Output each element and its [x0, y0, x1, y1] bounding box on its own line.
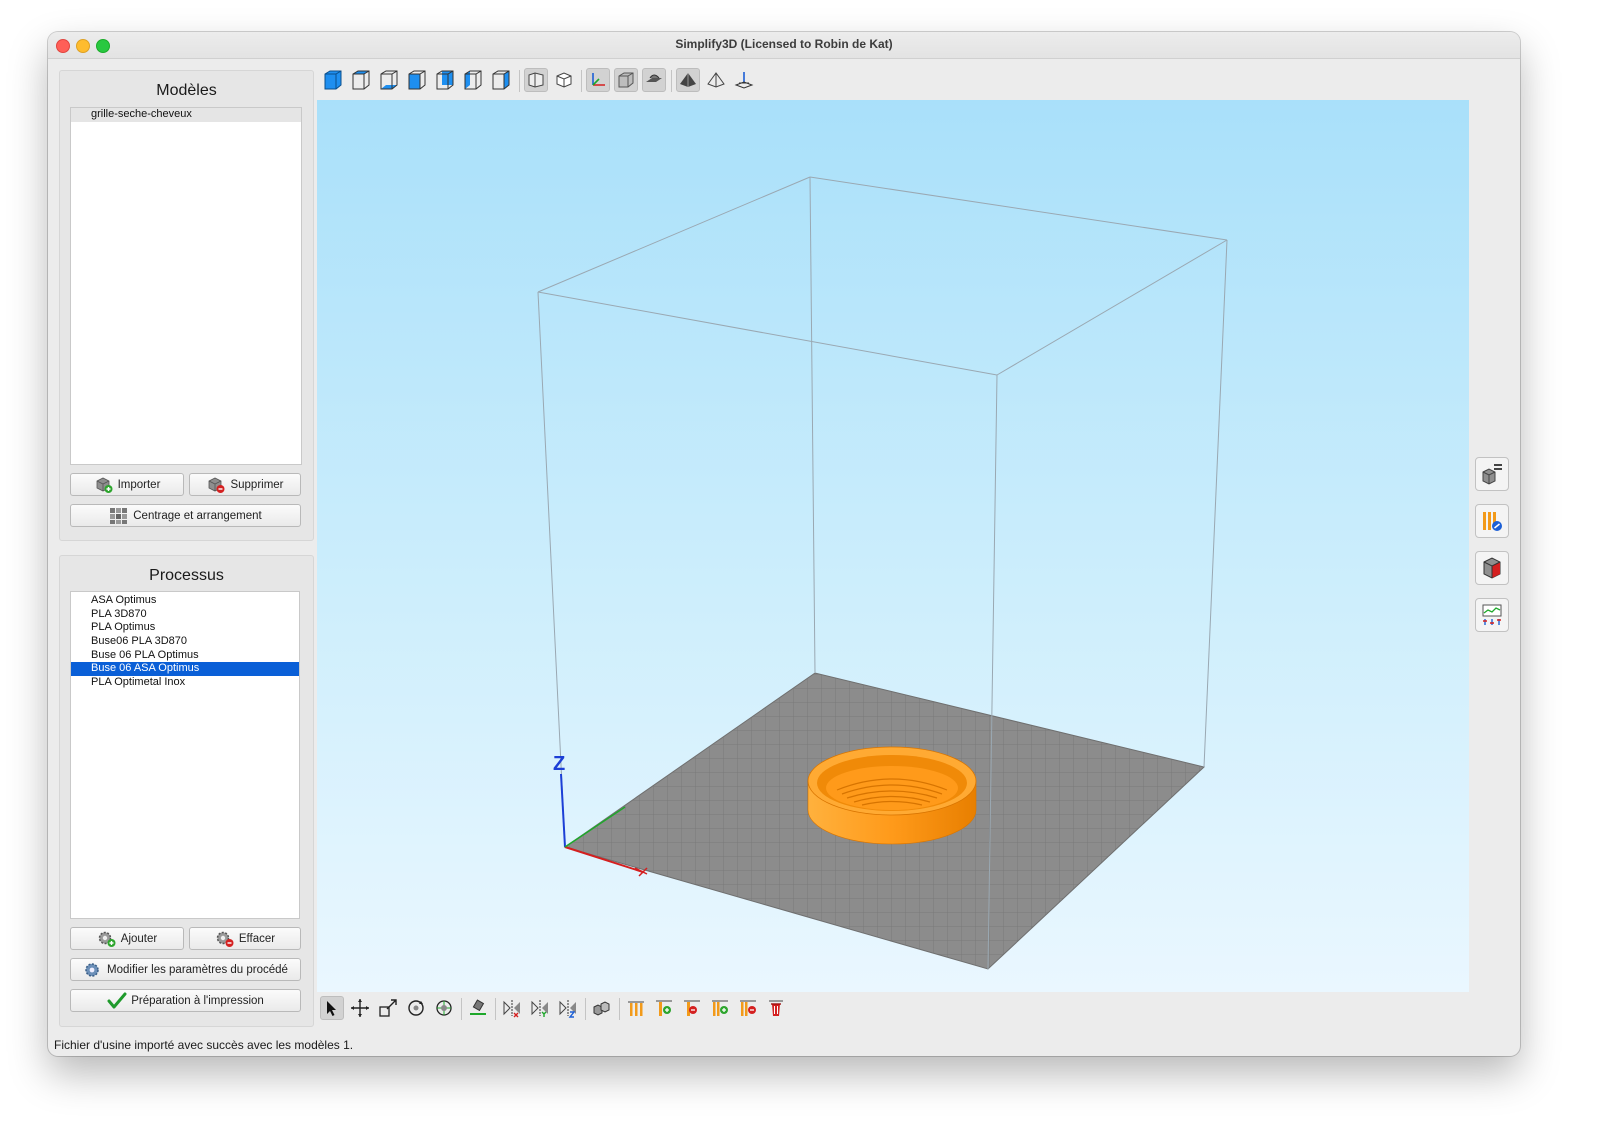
perspective-view-icon[interactable]	[524, 68, 548, 92]
variable-settings-cube-icon[interactable]	[1475, 551, 1509, 585]
import-button[interactable]: Importer	[70, 473, 184, 496]
prepare-print-label: Préparation à l'impression	[131, 994, 264, 1007]
toolbar-separator	[461, 998, 462, 1020]
toolbar-separator	[585, 998, 586, 1020]
show-build-volume-icon[interactable]	[614, 68, 638, 92]
view-back-cube-icon[interactable]	[433, 68, 457, 92]
minimize-window-button[interactable]	[76, 39, 90, 53]
list-item-process[interactable]: PLA 3D870	[71, 608, 299, 622]
mirror-y-icon[interactable]	[528, 996, 552, 1020]
toolbar-separator	[581, 70, 582, 92]
close-window-button[interactable]	[56, 39, 70, 53]
erase-label: Effacer	[238, 932, 276, 945]
view-iso-cube-icon[interactable]	[321, 68, 345, 92]
scene-canvas: Z	[537, 176, 1228, 970]
support-structures-icon[interactable]	[1475, 504, 1509, 538]
solid-shading-icon[interactable]	[676, 68, 700, 92]
gear-settings-icon	[83, 961, 103, 979]
orbit-rotate-icon[interactable]	[432, 996, 456, 1020]
edit-process-settings-button[interactable]: Modifier les paramètres du procédé	[70, 958, 301, 981]
gear-remove-icon	[215, 930, 235, 948]
axis-z-label: Z	[553, 753, 565, 775]
toolbar-separator	[671, 70, 672, 92]
edit-process-label: Modifier les paramètres du procédé	[107, 963, 288, 976]
list-item-process[interactable]: Buse06 PLA 3D870	[71, 635, 299, 649]
process-list[interactable]: ASA Optimus PLA 3D870 PLA Optimus Buse06…	[70, 591, 300, 919]
toolbar-separator	[519, 70, 520, 92]
status-bar-text: Fichier d'usine importé avec succès avec…	[54, 1038, 354, 1052]
view-front-cube-icon[interactable]	[405, 68, 429, 92]
list-item-process[interactable]: PLA Optimetal Inox	[71, 676, 299, 690]
object-list-icon[interactable]	[1475, 457, 1509, 491]
list-item-model[interactable]: grille-seche-cheveux	[71, 108, 301, 122]
models-panel-title: Modèles	[156, 82, 217, 99]
3d-viewport[interactable]: Z	[317, 100, 1469, 992]
scale-tool-icon[interactable]	[376, 996, 400, 1020]
view-top-cube-icon[interactable]	[349, 68, 373, 92]
support-remove-multi-icon[interactable]	[736, 996, 760, 1020]
rotate-tool-icon[interactable]	[404, 996, 428, 1020]
edit-toolbar	[318, 996, 818, 1026]
list-item-process[interactable]: Buse 06 PLA Optimus	[71, 649, 299, 663]
list-item-process[interactable]: ASA Optimus	[71, 594, 299, 608]
arrange-label: Centrage et arrangement	[133, 509, 262, 522]
zoom-window-button[interactable]	[96, 39, 110, 53]
import-label: Importer	[117, 478, 161, 491]
center-arrange-button[interactable]: Centrage et arrangement	[70, 504, 301, 527]
model-grille-seche-cheveux[interactable]	[807, 746, 977, 845]
list-item-process[interactable]: PLA Optimus	[71, 621, 299, 635]
delete-model-icon	[206, 476, 226, 494]
delete-label: Supprimer	[230, 478, 284, 491]
duplicate-models-icon[interactable]	[590, 996, 614, 1020]
arrange-grid-icon	[109, 507, 129, 525]
prepare-print-button[interactable]: Préparation à l'impression	[70, 989, 301, 1012]
show-axes-icon[interactable]	[586, 68, 610, 92]
view-right-cube-icon[interactable]	[489, 68, 513, 92]
view-left-cube-icon[interactable]	[461, 68, 485, 92]
toolbar-separator	[495, 998, 496, 1020]
cross-section-icon[interactable]	[732, 68, 756, 92]
toolbar-separator	[619, 998, 620, 1020]
gear-add-icon	[97, 930, 117, 948]
machine-control-panel-icon[interactable]	[1475, 598, 1509, 632]
support-add-multi-icon[interactable]	[708, 996, 732, 1020]
support-add-icon[interactable]	[652, 996, 676, 1020]
delete-button[interactable]: Supprimer	[189, 473, 301, 496]
support-remove-icon[interactable]	[680, 996, 704, 1020]
mirror-x-icon[interactable]	[500, 996, 524, 1020]
select-cursor-icon[interactable]	[320, 996, 344, 1020]
view-toolbar	[318, 68, 818, 96]
show-bed-icon[interactable]	[642, 68, 666, 92]
move-tool-icon[interactable]	[348, 996, 372, 1020]
support-generate-icon[interactable]	[624, 996, 648, 1020]
window-title: Simplify3D (Licensed to Robin de Kat)	[675, 37, 893, 51]
orthographic-view-icon[interactable]	[552, 68, 576, 92]
list-item-process-selected[interactable]: Buse 06 ASA Optimus	[71, 662, 299, 677]
erase-process-button[interactable]: Effacer	[189, 927, 301, 950]
title-bar: Simplify3D (Licensed to Robin de Kat)	[48, 32, 1520, 59]
wireframe-shading-icon[interactable]	[704, 68, 728, 92]
process-panel-title: Processus	[149, 567, 224, 584]
checkmark-icon	[107, 992, 127, 1010]
add-label: Ajouter	[120, 932, 158, 945]
models-list[interactable]: grille-seche-cheveux	[70, 107, 302, 465]
add-process-button[interactable]: Ajouter	[70, 927, 184, 950]
app-window: Simplify3D (Licensed to Robin de Kat) Mo…	[48, 32, 1520, 1056]
mirror-z-icon[interactable]	[556, 996, 580, 1020]
place-on-bed-icon[interactable]	[466, 996, 490, 1020]
process-panel: Processus ASA Optimus PLA 3D870 PLA Opti…	[59, 555, 314, 1027]
trash-icon[interactable]	[764, 996, 788, 1020]
models-panel: Modèles grille-seche-cheveux Importer Su…	[59, 70, 314, 541]
import-model-icon	[94, 476, 114, 494]
view-bottom-cube-icon[interactable]	[377, 68, 401, 92]
